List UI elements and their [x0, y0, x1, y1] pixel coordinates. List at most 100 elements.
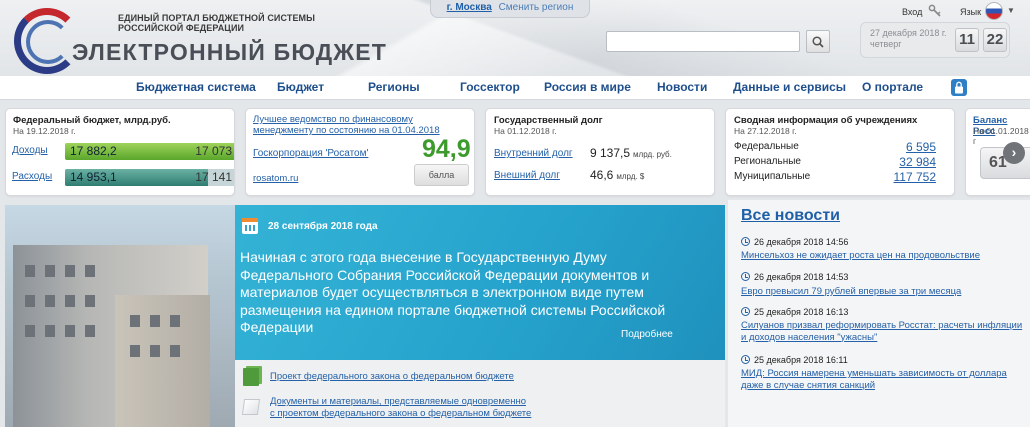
search-button[interactable] [806, 30, 830, 53]
balance-date: На 01.01.2018 г [973, 126, 1029, 146]
clock-hours: 11 [955, 28, 979, 52]
flag-icon[interactable] [985, 2, 1003, 20]
news-item-title[interactable]: МИД: Россия намерена уменьшать зависимос… [741, 368, 1026, 391]
carousel-next-button[interactable]: › [1003, 142, 1025, 164]
region-city-link[interactable]: г. Москва [447, 2, 492, 13]
income-bar[interactable]: 17 882,2 17 073 [65, 143, 234, 160]
income-link[interactable]: Доходы [12, 145, 48, 156]
news-item-date: 25 декабря 2018 16:11 [754, 355, 848, 365]
change-region-link[interactable]: Сменить регион [499, 2, 574, 13]
institutions-date: На 27.12.2018 г. [734, 126, 797, 136]
clock-minutes: 22 [983, 28, 1007, 52]
read-more-link[interactable]: Подробнее [621, 329, 673, 340]
current-weekday: четверг [870, 39, 902, 49]
building-window [65, 295, 75, 307]
brand-title[interactable]: ЭЛЕКТРОННЫЙ БЮДЖЕТ [72, 39, 387, 66]
federal-budget-title: Федеральный бюджет, млрд.руб. [13, 115, 171, 126]
expense-plan: 17 141 [195, 170, 232, 184]
institutions-row-value[interactable]: 32 984 [899, 155, 936, 169]
building-window [45, 295, 55, 307]
building-window [25, 295, 35, 307]
public-debt-card: Государственный долг На 01.12.2018 г. Вн… [485, 108, 715, 196]
lock-icon [955, 81, 963, 94]
main-nav: Бюджетная система Бюджет Регионы Госсект… [0, 76, 1030, 100]
expense-actual: 14 953,1 [70, 170, 117, 184]
building-window [25, 325, 35, 337]
budget-materials-link[interactable]: Документы и материалы, представляемые од… [270, 396, 531, 419]
news-item-date: 26 декабря 2018 14:56 [754, 237, 849, 247]
clock-icon [741, 307, 750, 316]
building-window [150, 315, 160, 327]
search-icon [812, 36, 824, 48]
news-item-time: 26 декабря 2018 14:53 [741, 272, 848, 282]
building-window [130, 315, 140, 327]
institutions-row-value[interactable]: 117 752 [894, 170, 937, 184]
institutions-row-label: Федеральные [734, 141, 799, 152]
building-window [85, 325, 95, 337]
external-debt-link[interactable]: Внешний долг [494, 170, 560, 181]
search-input[interactable] [606, 31, 800, 52]
building-window [65, 265, 75, 277]
portal-name-line1: ЕДИНЫЙ ПОРТАЛ БЮДЖЕТНОЙ СИСТЕМЫ [118, 13, 316, 23]
best-ministry-title[interactable]: Лучшее ведомство по финансовому менеджме… [253, 114, 473, 136]
nav-item-about[interactable]: О портале [862, 80, 923, 94]
building-window [85, 265, 95, 277]
news-item-title[interactable]: Силуанов призвал реформировать Росстат: … [741, 320, 1026, 343]
institutions-title: Сводная информация об учреждениях [734, 115, 918, 126]
chevron-down-icon[interactable]: ▼ [1007, 6, 1015, 15]
external-debt-value: 46,6 млрд. $ [590, 168, 644, 182]
institutions-card: Сводная информация об учреждениях На 27.… [725, 108, 955, 196]
internal-debt-value: 9 137,5 млрд. руб. [590, 146, 672, 160]
institutions-row-label: Региональные [734, 156, 801, 167]
public-debt-title: Государственный долг [494, 115, 603, 126]
institutions-row-label: Муниципальные [734, 171, 811, 182]
news-item-title[interactable]: Евро превысил 79 рублей впервые за три м… [741, 286, 1026, 298]
budget-materials-line1: Документы и материалы, представляемые од… [270, 396, 526, 407]
budget-law-draft-link[interactable]: Проект федерального закона о федеральном… [270, 371, 514, 383]
region-selector: г. Москва Сменить регион [430, 0, 590, 18]
budget-materials-line2: с проектом федерального закона о федерал… [270, 407, 532, 419]
language-label[interactable]: Язык [960, 7, 981, 17]
all-news-link[interactable]: Все новости [741, 207, 840, 225]
expense-bar[interactable]: 14 953,1 17 141 [65, 169, 234, 186]
news-item-time: 26 декабря 2018 14:56 [741, 237, 848, 247]
news-item-date: 25 декабря 2018 16:13 [754, 307, 849, 317]
nav-item-budget-system[interactable]: Бюджетная система [136, 80, 256, 94]
clock-icon [741, 355, 750, 364]
best-ministry-score: 94,9 [422, 135, 471, 163]
clock-icon [741, 272, 750, 281]
external-debt-unit: млрд. $ [616, 172, 645, 181]
internal-debt-amount: 9 137,5 [590, 146, 631, 160]
income-actual: 17 882,2 [70, 144, 117, 158]
nav-item-regions[interactable]: Регионы [368, 80, 420, 94]
public-debt-date: На 01.12.2018 г. [494, 126, 557, 136]
nav-item-news[interactable]: Новости [657, 80, 707, 94]
state-duma-image [5, 205, 235, 427]
expense-link[interactable]: Расходы [12, 171, 52, 182]
banner-date: 28 сентября 2018 года [268, 221, 378, 232]
portal-name-line2: РОССИЙСКОЙ ФЕДЕРАЦИИ [118, 23, 245, 33]
news-item-time: 25 декабря 2018 16:13 [741, 307, 848, 317]
login-link[interactable]: Вход [902, 7, 922, 17]
best-ministry-site-link[interactable]: rosatom.ru [253, 173, 298, 184]
current-date: 27 декабря 2018 г. [870, 28, 947, 38]
key-icon[interactable] [928, 4, 942, 18]
institutions-row-value[interactable]: 6 595 [906, 140, 936, 154]
news-item-date: 26 декабря 2018 14:53 [754, 272, 849, 282]
book-icon [243, 368, 259, 386]
building-window [170, 345, 180, 357]
best-ministry-org[interactable]: Госкорпорация 'Росатом' [253, 148, 368, 159]
nav-item-data-services[interactable]: Данные и сервисы [733, 80, 846, 94]
documents-icon [241, 399, 261, 415]
lock-button[interactable] [951, 79, 967, 96]
banner-headline[interactable]: Начиная с этого года внесение в Государс… [240, 249, 670, 337]
nav-item-russia-world[interactable]: Россия в мире [544, 80, 631, 94]
nav-item-budget[interactable]: Бюджет [277, 80, 324, 94]
news-item-title[interactable]: Минсельхоз не ожидает роста цен на продо… [741, 250, 1026, 262]
building-window [65, 325, 75, 337]
clock-icon [741, 237, 750, 246]
internal-debt-link[interactable]: Внутренний долг [494, 148, 573, 159]
nav-item-public-sector[interactable]: Госсектор [460, 80, 520, 94]
score-unit-badge: балла [414, 164, 469, 186]
federal-budget-date: На 19.12.2018 г. [13, 126, 76, 136]
